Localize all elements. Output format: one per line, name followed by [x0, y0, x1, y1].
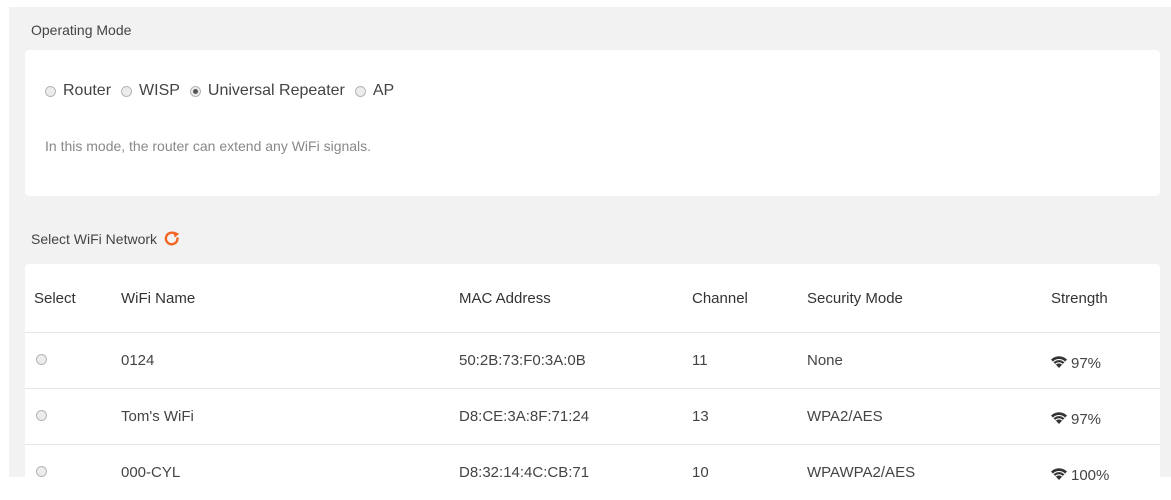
mac-cell: 50:2B:73:F0:3A:0B: [459, 333, 692, 389]
mode-option-label: Universal Repeater: [208, 82, 345, 100]
mode-option-ap[interactable]: AP: [355, 82, 394, 100]
column-header-strength: Strength: [1051, 264, 1160, 333]
wisp-radio[interactable]: [121, 86, 132, 97]
wifi-signal-icon: [1051, 355, 1067, 372]
mode-option-label: AP: [373, 82, 394, 100]
column-header-mac: MAC Address: [459, 264, 692, 333]
universal-repeater-radio[interactable]: [190, 86, 201, 97]
wifi-name-cell: Tom's WiFi: [121, 389, 459, 445]
mac-cell: D8:32:14:4C:CB:71: [459, 445, 692, 500]
table-header-row: Select WiFi Name MAC Address Channel Sec…: [25, 264, 1160, 333]
refresh-icon[interactable]: [163, 230, 181, 248]
wifi-network-title: Select WiFi Network: [31, 230, 181, 248]
strength-cell: 97%: [1051, 333, 1160, 389]
table-row[interactable]: 000-CYL D8:32:14:4C:CB:71 10 WPAWPA2/AES…: [25, 445, 1160, 500]
network-select-radio[interactable]: [36, 410, 47, 421]
strength-value: 97%: [1071, 355, 1101, 372]
mode-option-router[interactable]: Router: [45, 82, 111, 100]
column-header-select: Select: [25, 264, 121, 333]
security-cell: WPA2/AES: [807, 389, 1051, 445]
column-header-channel: Channel: [692, 264, 807, 333]
table-row[interactable]: Tom's WiFi D8:CE:3A:8F:71:24 13 WPA2/AES…: [25, 389, 1160, 445]
wifi-signal-icon: [1051, 411, 1067, 428]
mode-option-label: WISP: [139, 82, 180, 100]
security-cell: WPAWPA2/AES: [807, 445, 1051, 500]
network-select-radio[interactable]: [36, 354, 47, 365]
wifi-network-title-text: Select WiFi Network: [31, 231, 157, 247]
network-select-radio[interactable]: [36, 466, 47, 477]
ap-radio[interactable]: [355, 86, 366, 97]
mode-description: In this mode, the router can extend any …: [45, 138, 371, 154]
channel-cell: 13: [692, 389, 807, 445]
wifi-network-card: Select WiFi Name MAC Address Channel Sec…: [25, 264, 1160, 477]
security-cell: None: [807, 333, 1051, 389]
router-radio[interactable]: [45, 86, 56, 97]
operating-mode-title: Operating Mode: [31, 22, 131, 38]
column-header-security: Security Mode: [807, 264, 1051, 333]
mode-option-label: Router: [63, 82, 111, 100]
table-row[interactable]: 0124 50:2B:73:F0:3A:0B 11 None 97%: [25, 333, 1160, 389]
channel-cell: 11: [692, 333, 807, 389]
mode-radio-group: Router WISP Universal Repeater AP: [45, 82, 404, 100]
channel-cell: 10: [692, 445, 807, 500]
column-header-wifi-name: WiFi Name: [121, 264, 459, 333]
mac-cell: D8:CE:3A:8F:71:24: [459, 389, 692, 445]
strength-value: 97%: [1071, 411, 1101, 428]
wifi-network-table: Select WiFi Name MAC Address Channel Sec…: [25, 264, 1160, 500]
operating-mode-card: Router WISP Universal Repeater AP In thi…: [25, 50, 1160, 196]
mode-option-universal-repeater[interactable]: Universal Repeater: [190, 82, 345, 100]
strength-cell: 97%: [1051, 389, 1160, 445]
wifi-signal-icon: [1051, 467, 1067, 484]
mode-option-wisp[interactable]: WISP: [121, 82, 180, 100]
strength-cell: 100%: [1051, 445, 1160, 500]
wifi-name-cell: 0124: [121, 333, 459, 389]
strength-value: 100%: [1071, 467, 1109, 484]
wifi-name-cell: 000-CYL: [121, 445, 459, 500]
